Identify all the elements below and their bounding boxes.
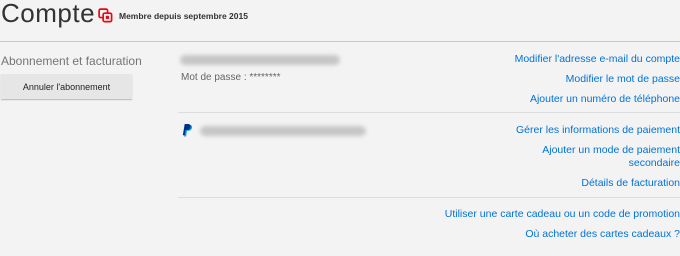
email-value-redacted [180, 55, 340, 65]
add-secondary-payment-line1: Ajouter un mode de paiement [542, 144, 680, 156]
change-email-link[interactable]: Modifier l'adresse e-mail du compte [515, 53, 680, 66]
page-title: Compte [1, 0, 96, 28]
add-phone-link[interactable]: Ajouter un numéro de téléphone [530, 93, 680, 106]
paypal-account-redacted [200, 126, 366, 136]
password-label: Mot de passe : ******** [181, 72, 281, 83]
member-since-badge: Membre depuis septembre 2015 [98, 8, 248, 23]
where-to-buy-gift-cards-link[interactable]: Où acheter des cartes cadeaux ? [525, 228, 680, 241]
section-title-membership: Abonnement et facturation [1, 54, 142, 68]
manage-payment-link[interactable]: Gérer les informations de paiement [516, 124, 680, 137]
section-divider [178, 197, 680, 198]
header-divider [0, 41, 680, 42]
section-divider [178, 112, 680, 113]
membership-icon [98, 8, 113, 23]
member-since-text: Membre depuis septembre 2015 [119, 10, 248, 21]
cancel-membership-button[interactable]: Annuler l'abonnement [1, 74, 132, 99]
paypal-icon [182, 124, 192, 137]
add-secondary-payment-line2: secondaire [628, 157, 680, 169]
billing-details-link[interactable]: Détails de facturation [581, 177, 680, 190]
redeem-gift-card-link[interactable]: Utiliser une carte cadeau ou un code de … [445, 208, 680, 221]
change-password-link[interactable]: Modifier le mot de passe [566, 73, 680, 86]
add-secondary-payment-link[interactable]: Ajouter un mode de paiement secondaire [542, 144, 680, 170]
